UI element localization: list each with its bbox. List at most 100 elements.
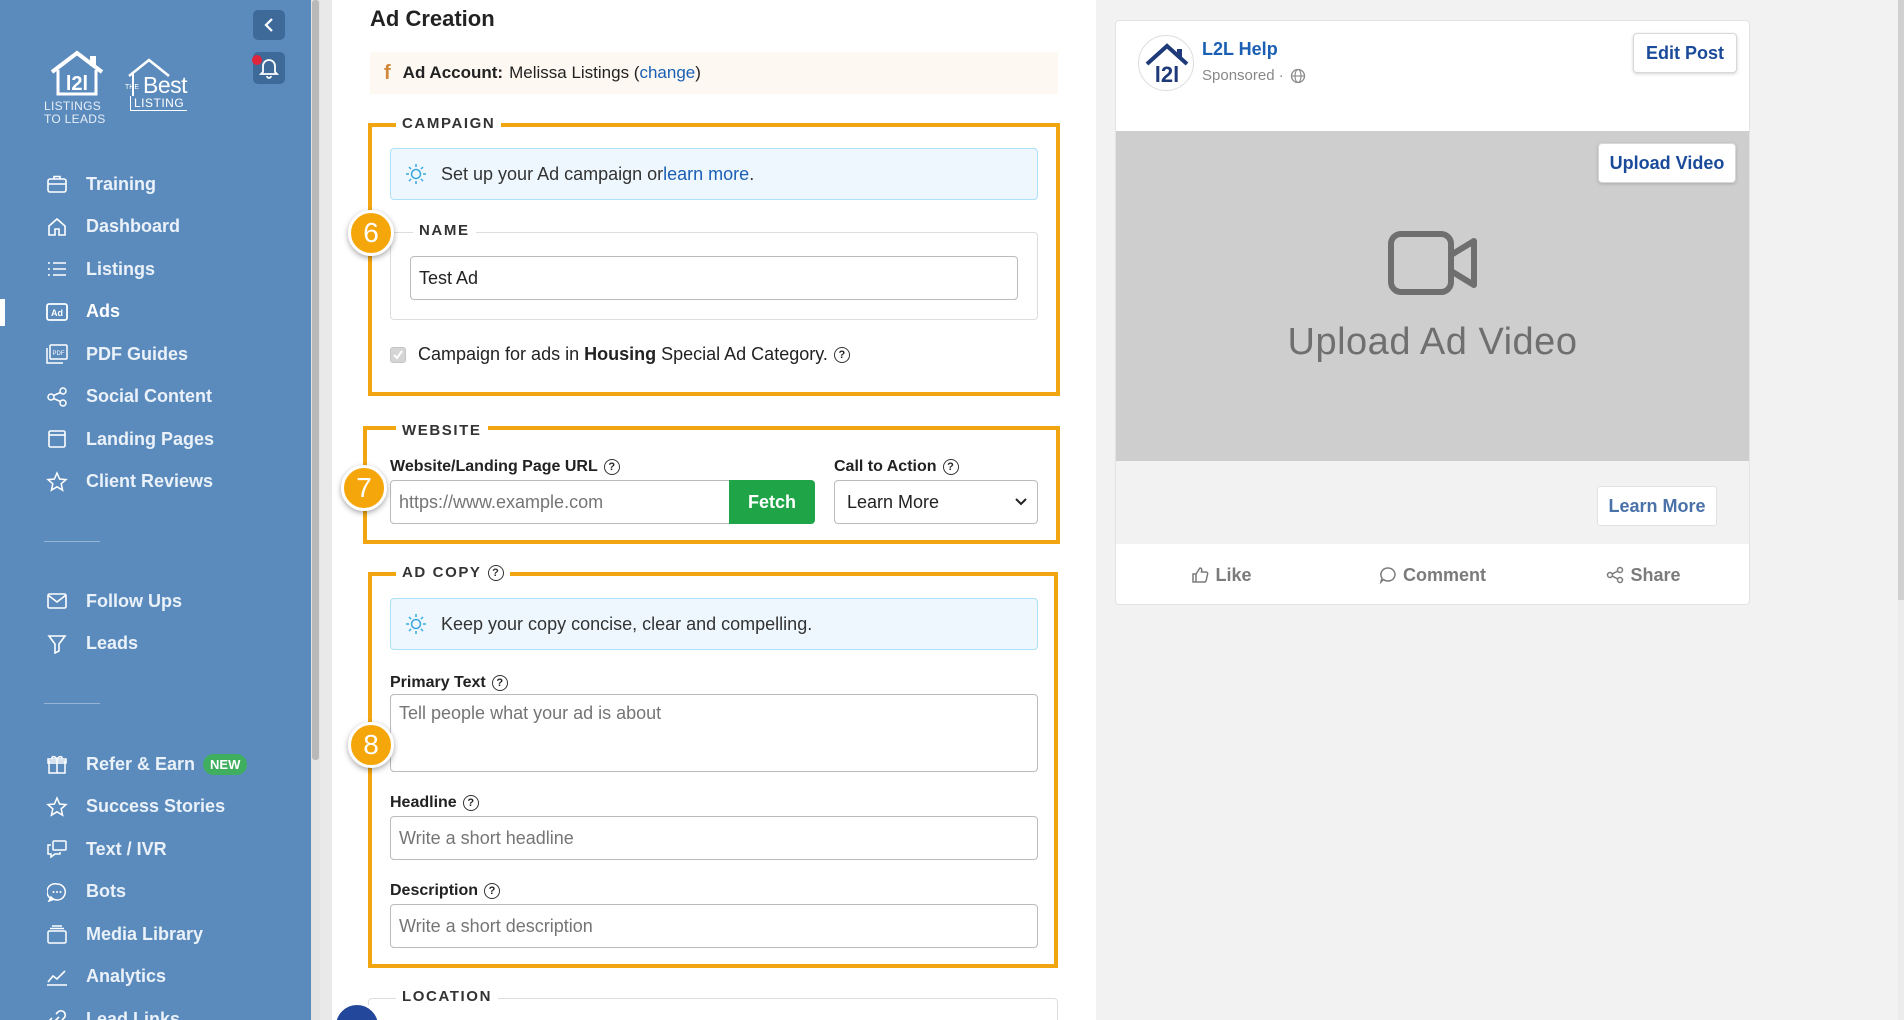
cta-label-text: Call to Action (834, 458, 937, 475)
sidebar-scrollbar-thumb[interactable] (312, 0, 319, 760)
upload-video-button[interactable]: Upload Video (1598, 143, 1736, 183)
help-icon[interactable]: ? (487, 564, 504, 581)
window-icon (46, 428, 68, 450)
share-label: Share (1630, 564, 1681, 585)
sidebar-item-label: Ads (86, 301, 121, 322)
sidebar-item-bots[interactable]: Bots (0, 871, 311, 914)
home-icon (46, 216, 68, 238)
facebook-icon: f (384, 61, 391, 84)
nav-primary: Training Dashboard Listings Ad Ads PDF PDF… (0, 163, 311, 503)
nav-tertiary: Refer & Earn NEW Success Stories Text / I… (0, 743, 311, 1020)
call-to-action-select[interactable]: Learn More (834, 480, 1038, 524)
svg-text:PDF: PDF (53, 351, 65, 357)
sidebar-item-text-ivr[interactable]: Text / IVR (0, 828, 311, 871)
logo-listing-text: LISTING (130, 96, 188, 111)
best-listing-logo[interactable]: THE Best LISTING (125, 56, 195, 116)
step-badge-8: 8 (348, 722, 394, 768)
sidebar-item-social-content[interactable]: Social Content (0, 376, 311, 419)
sidebar-item-analytics[interactable]: Analytics (0, 956, 311, 999)
sidebar-item-media-library[interactable]: Media Library (0, 913, 311, 956)
name-legend: NAME (413, 222, 476, 239)
chevron-left-icon (264, 18, 273, 32)
bell-icon (259, 59, 279, 79)
location-legend: LOCATION (396, 988, 499, 1005)
ad-copy-legend: AD COPY? (396, 564, 510, 581)
sidebar-scrollbar[interactable] (311, 0, 320, 1020)
video-camera-icon (1388, 231, 1477, 295)
sidebar-item-label: Listings (86, 258, 156, 279)
primary-text-input[interactable] (390, 694, 1038, 772)
housing-checkbox[interactable] (390, 346, 406, 363)
ad-account-bar: f Ad Account: Melissa Listings (change) (370, 52, 1058, 94)
sidebar-item-client-reviews[interactable]: Client Reviews (0, 461, 311, 504)
sidebar-item-training[interactable]: Training (0, 163, 311, 206)
page-name[interactable]: L2L Help (1202, 39, 1278, 60)
sidebar-item-ads[interactable]: Ad Ads (0, 291, 311, 334)
learn-more-link[interactable]: learn more (663, 164, 749, 185)
svg-text:l2l: l2l (1155, 62, 1179, 87)
page-scrollbar[interactable] (1898, 0, 1904, 1020)
edit-post-button[interactable]: Edit Post (1633, 33, 1737, 73)
page-title: Ad Creation (370, 6, 495, 31)
like-action[interactable]: Like (1116, 565, 1327, 586)
help-icon[interactable]: ? (603, 459, 620, 475)
primary-text-label-text: Primary Text (390, 674, 486, 691)
ad-icon: Ad (46, 301, 68, 323)
description-input[interactable] (390, 904, 1038, 948)
help-icon[interactable]: ? (833, 346, 850, 363)
l2l-house-icon: l2l (50, 50, 104, 96)
sidebar-item-lead-links[interactable]: Lead Links (0, 998, 311, 1020)
help-icon[interactable]: ? (491, 675, 508, 691)
page-avatar: l2l (1138, 35, 1194, 91)
sidebar-item-refer-earn[interactable]: Refer & Earn NEW (0, 743, 311, 786)
video-placeholder[interactable]: Upload Ad Video Upload Video (1116, 131, 1749, 461)
chevron-down-icon (1015, 498, 1027, 506)
collapse-sidebar-button[interactable] (253, 10, 285, 40)
description-label-text: Description (390, 882, 479, 899)
cta-label: Call to Action? (834, 458, 959, 476)
sidebar-item-leads[interactable]: Leads (0, 623, 311, 666)
sidebar-item-label: Leads (86, 633, 139, 654)
ad-copy-legend-text: AD COPY (402, 564, 482, 581)
svg-text:Ad: Ad (51, 308, 63, 318)
globe-icon (1290, 68, 1305, 83)
headline-input[interactable] (390, 816, 1038, 860)
sidebar-item-label: Training (86, 173, 157, 194)
sidebar-item-label: Lead Links (86, 1008, 181, 1020)
sidebar-item-landing-pages[interactable]: Landing Pages (0, 418, 311, 461)
nav-divider (44, 541, 100, 542)
ad-name-input[interactable]: Test Ad (410, 256, 1018, 300)
sidebar-item-dashboard[interactable]: Dashboard (0, 206, 311, 249)
list-icon (46, 258, 68, 280)
learn-more-button[interactable]: Learn More (1597, 486, 1717, 526)
ad-preview-card: l2l L2L Help Sponsored · Edit Post Uploa… (1115, 20, 1750, 605)
change-account-link[interactable]: change (639, 63, 695, 83)
housing-category-row: Campaign for ads in Housing Special Ad C… (390, 344, 850, 365)
comment-label: Comment (1402, 564, 1486, 585)
share-action[interactable]: Share (1538, 565, 1749, 586)
campaign-tip: Set up your Ad campaign or learn more. (390, 148, 1038, 200)
gift-icon (46, 753, 68, 775)
help-icon[interactable]: ? (942, 459, 959, 475)
ad-copy-tip-text: Keep your copy concise, clear and compel… (441, 613, 813, 634)
sidebar-item-listings[interactable]: Listings (0, 248, 311, 291)
fetch-button[interactable]: Fetch (729, 480, 815, 524)
notification-dot (252, 55, 262, 65)
lightbulb-icon (406, 614, 426, 634)
filter-icon (46, 633, 68, 655)
chart-icon (46, 966, 68, 988)
comment-icon (1379, 567, 1396, 584)
new-badge: NEW (203, 753, 248, 775)
sidebar-item-pdf-guides[interactable]: PDF PDF Guides (0, 333, 311, 376)
gutter (320, 0, 332, 1020)
comment-action[interactable]: Comment (1327, 565, 1538, 586)
website-url-input[interactable] (390, 480, 730, 524)
sidebar-item-follow-ups[interactable]: Follow Ups (0, 580, 311, 623)
help-icon[interactable]: ? (484, 883, 501, 899)
sidebar-item-success-stories[interactable]: Success Stories (0, 786, 311, 829)
housing-text-bold: Housing (584, 344, 657, 364)
page-scrollbar-thumb[interactable] (1898, 0, 1904, 600)
sidebar-item-label: Analytics (86, 966, 167, 987)
l2l-logo[interactable]: l2l LISTINGS TO LEADS (42, 50, 112, 130)
help-icon[interactable]: ? (462, 795, 479, 811)
